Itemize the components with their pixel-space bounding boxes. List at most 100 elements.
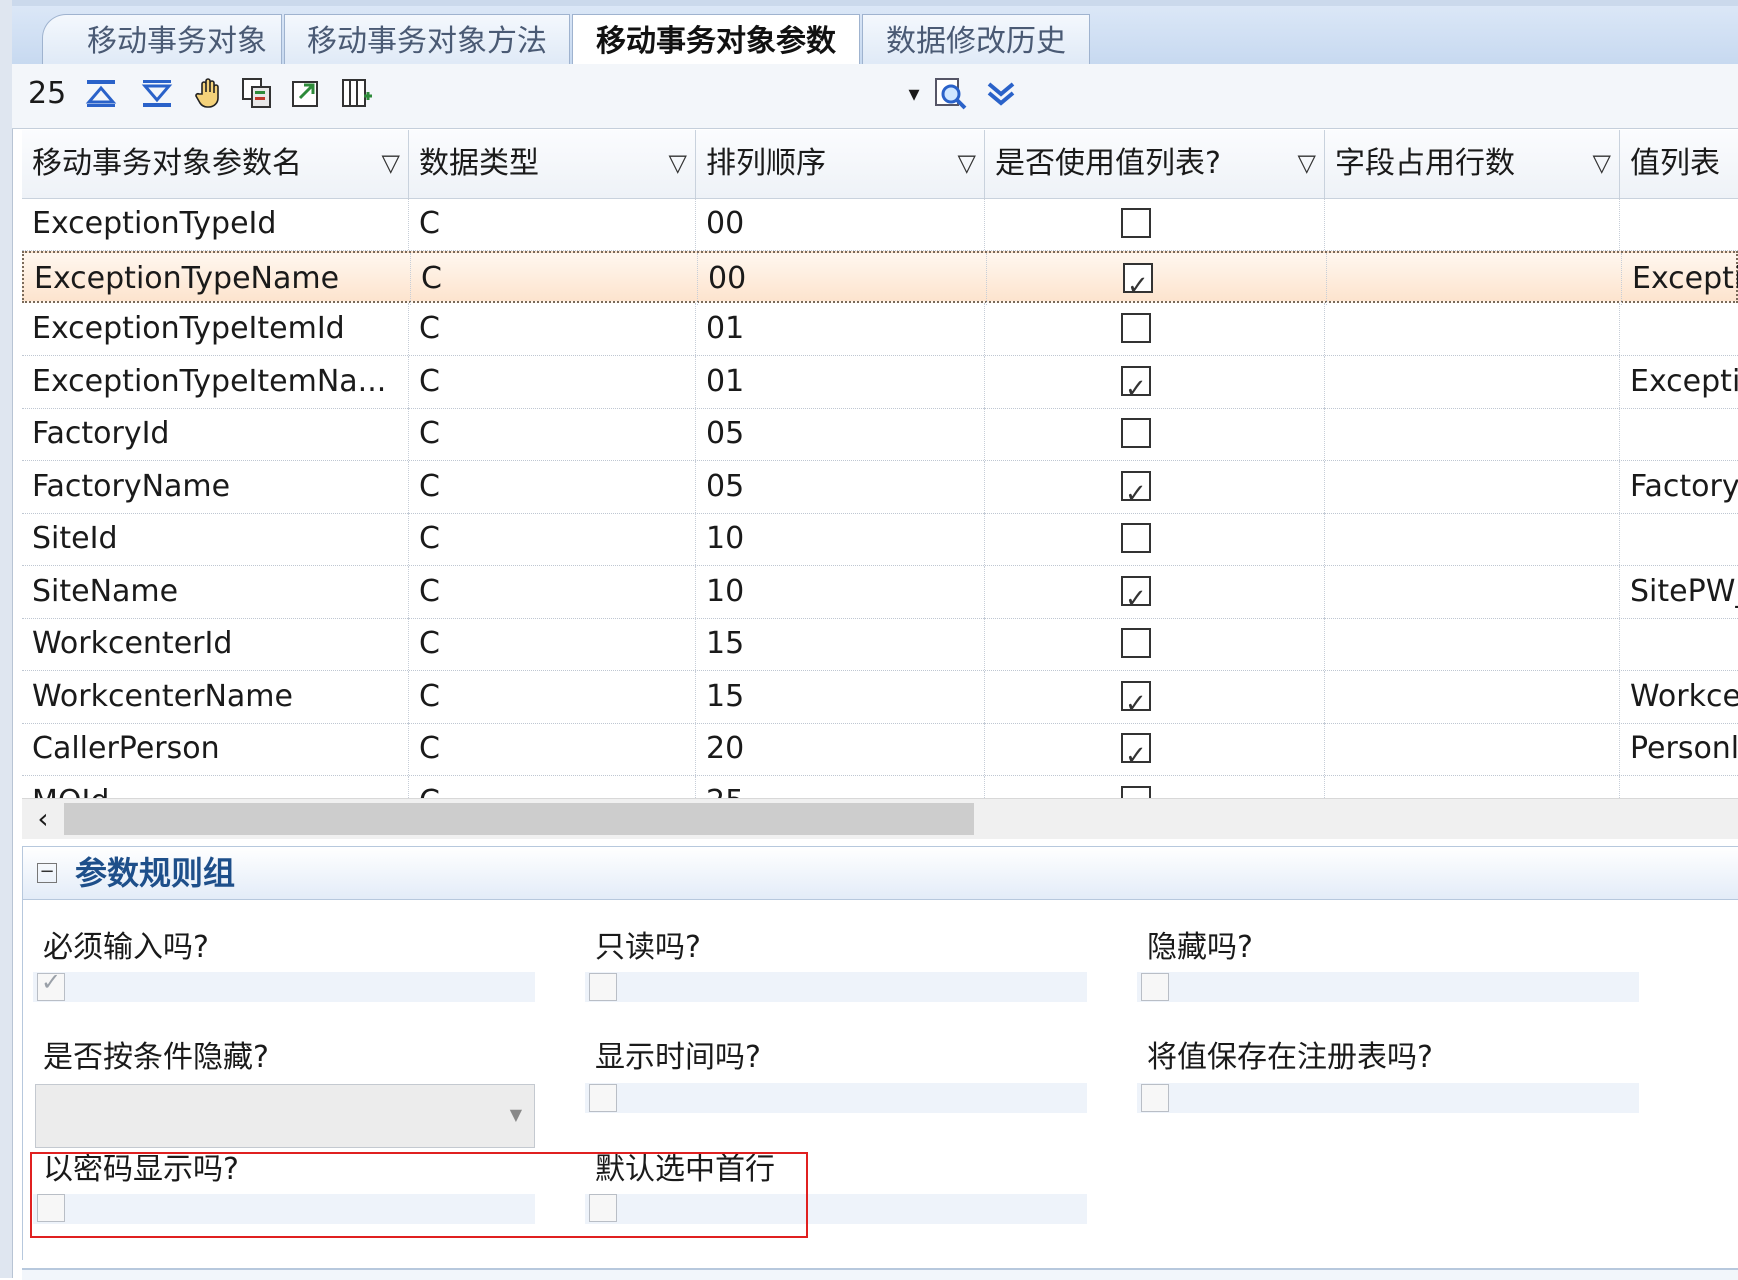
table-row[interactable]: CallerPersonC20 Personl <box>22 723 1738 776</box>
table-row[interactable]: SiteNameC10 SitePW_ <box>22 565 1738 619</box>
use-list-checkbox[interactable] <box>1121 628 1151 658</box>
filter-icon[interactable]: ▽ <box>669 148 687 178</box>
table-cell-use-list[interactable] <box>985 198 1325 250</box>
table-cell-use-list[interactable] <box>985 618 1325 670</box>
table-cell-use-list[interactable] <box>985 303 1325 355</box>
filter-icon[interactable]: ▽ <box>1298 148 1316 178</box>
table-cell-list[interactable]: Factory <box>1620 461 1738 513</box>
use-list-checkbox[interactable] <box>1121 678 1151 723</box>
table-cell-use-list[interactable] <box>985 355 1325 408</box>
table-cell-name[interactable]: SiteId <box>22 513 409 565</box>
table-cell-name[interactable]: MOId <box>22 775 409 798</box>
table-cell-order[interactable]: 10 <box>696 513 985 565</box>
table-cell-list[interactable]: Excepti <box>1622 253 1738 305</box>
dropdown-arrow-icon[interactable]: ▾ <box>900 76 928 114</box>
table-cell-type[interactable]: C <box>409 460 696 513</box>
horizontal-scrollbar[interactable]: ‹ <box>22 798 1738 839</box>
table-cell-order[interactable]: 20 <box>696 723 985 775</box>
table-cell-use-list[interactable] <box>985 565 1325 618</box>
table-cell-order[interactable]: 00 <box>698 252 987 305</box>
table-cell-lines[interactable] <box>1327 252 1622 305</box>
column-header-line-count[interactable]: 字段占用行数 ▽ <box>1325 130 1620 198</box>
table-cell-lines[interactable] <box>1325 513 1620 565</box>
hidden-checkbox[interactable] <box>1141 973 1169 1001</box>
table-cell-name[interactable]: WorkcenterId <box>22 618 409 670</box>
table-cell-lines[interactable] <box>1325 408 1620 460</box>
use-list-checkbox[interactable] <box>1121 523 1151 553</box>
table-cell-name[interactable]: WorkcenterName <box>22 670 409 723</box>
use-list-checkbox[interactable] <box>1121 418 1151 448</box>
table-cell-type[interactable]: C <box>409 775 696 798</box>
table-cell-type[interactable]: C <box>409 565 696 618</box>
table-cell-type[interactable]: C <box>409 670 696 723</box>
use-list-checkbox[interactable] <box>1121 785 1151 798</box>
table-cell-type[interactable]: C <box>409 618 696 670</box>
add-column-icon[interactable] <box>338 76 376 114</box>
table-cell-use-list[interactable] <box>985 723 1325 775</box>
table-cell-type[interactable]: C <box>409 723 696 775</box>
table-row[interactable]: FactoryNameC05 Factory <box>22 460 1738 514</box>
table-cell-name[interactable]: CallerPerson <box>22 723 409 775</box>
use-list-checkbox[interactable] <box>1121 730 1151 775</box>
show-time-checkbox[interactable] <box>589 1084 617 1112</box>
table-cell-name[interactable]: ExceptionTypeName <box>24 252 411 305</box>
table-cell-name[interactable]: ExceptionTypeId <box>22 198 409 250</box>
table-cell-use-list[interactable] <box>985 670 1325 723</box>
table-cell-lines[interactable] <box>1325 775 1620 798</box>
table-cell-order[interactable]: 05 <box>696 460 985 513</box>
column-header-param-name[interactable]: 移动事务对象参数名 ▽ <box>22 130 409 198</box>
table-row[interactable]: ExceptionTypeId C 00 <box>22 198 1738 251</box>
table-row[interactable]: ExceptionTypeItemId C 01 <box>22 303 1738 356</box>
tab-data-history[interactable]: 数据修改历史 <box>862 14 1090 70</box>
filter-icon[interactable]: ▽ <box>1593 148 1611 178</box>
table-cell-order[interactable]: 05 <box>696 408 985 460</box>
scroll-left-icon[interactable]: ‹ <box>28 803 58 835</box>
hand-icon[interactable] <box>190 76 228 114</box>
table-cell-list[interactable] <box>1620 776 1738 799</box>
filter-icon[interactable]: ▽ <box>958 148 976 178</box>
table-cell-list[interactable] <box>1620 303 1738 355</box>
table-cell-order[interactable]: 00 <box>696 198 985 250</box>
rule-group-header[interactable]: − 参数规则组 <box>22 846 1738 900</box>
table-cell-list[interactable] <box>1620 513 1738 565</box>
table-cell-list[interactable]: SitePW_ <box>1620 566 1738 618</box>
table-cell-use-list[interactable] <box>985 513 1325 565</box>
table-cell-order[interactable]: 01 <box>696 355 985 408</box>
expand-icon[interactable] <box>982 76 1020 114</box>
conditional-hide-select[interactable]: ▼ <box>35 1084 535 1148</box>
column-header-value-list[interactable]: 值列表 <box>1620 130 1738 198</box>
search-icon[interactable] <box>932 76 970 114</box>
table-cell-type[interactable]: C <box>409 303 696 355</box>
table-cell-type[interactable]: C <box>409 513 696 565</box>
table-cell-use-list[interactable] <box>985 408 1325 460</box>
table-cell-type[interactable]: C <box>409 198 696 250</box>
table-cell-order[interactable]: 25 <box>696 775 985 798</box>
collapse-icon[interactable]: − <box>37 863 57 883</box>
filter-icon[interactable]: ▽ <box>382 148 400 178</box>
table-cell-name[interactable]: ExceptionTypeItemId <box>22 303 409 355</box>
table-cell-name[interactable]: FactoryId <box>22 408 409 460</box>
column-header-data-type[interactable]: 数据类型 ▽ <box>409 130 696 198</box>
table-row[interactable]: WorkcenterId C 15 <box>22 618 1738 671</box>
table-row[interactable]: ExceptionTypeItemNa...C01 Excepti <box>22 355 1738 409</box>
table-cell-use-list[interactable] <box>985 775 1325 798</box>
table-cell-lines[interactable] <box>1325 565 1620 618</box>
save-registry-checkbox[interactable] <box>1141 1084 1169 1112</box>
table-cell-lines[interactable] <box>1325 355 1620 408</box>
table-cell-list[interactable]: Excepti <box>1620 356 1738 408</box>
table-row[interactable]: MOIdC25 <box>22 775 1738 799</box>
table-cell-order[interactable]: 10 <box>696 565 985 618</box>
use-list-checkbox[interactable] <box>1123 260 1153 305</box>
table-cell-lines[interactable] <box>1325 460 1620 513</box>
table-cell-list[interactable] <box>1620 198 1738 250</box>
table-cell-name[interactable]: FactoryName <box>22 460 409 513</box>
table-cell-use-list[interactable] <box>987 252 1327 305</box>
table-cell-lines[interactable] <box>1325 303 1620 355</box>
tab-mobile-object[interactable]: 移动事务对象 <box>42 14 282 70</box>
table-cell-list[interactable]: Personl <box>1620 723 1738 775</box>
table-cell-type[interactable]: C <box>411 252 698 305</box>
table-cell-use-list[interactable] <box>985 460 1325 513</box>
copy-icon[interactable] <box>238 76 276 114</box>
required-checkbox[interactable] <box>37 968 65 1001</box>
table-cell-lines[interactable] <box>1325 723 1620 775</box>
